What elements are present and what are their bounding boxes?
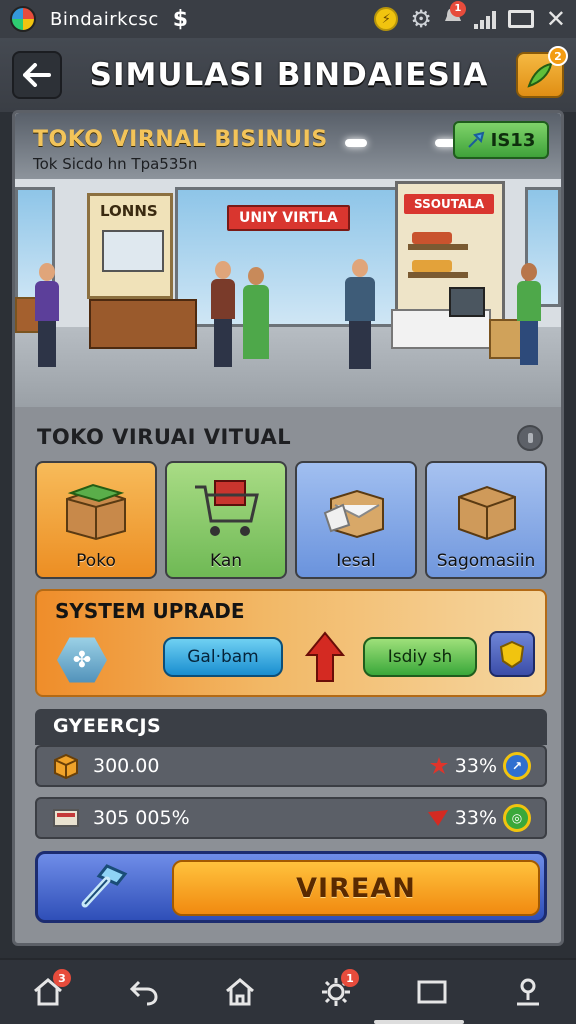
undo-icon (129, 980, 158, 1006)
feather-icon (527, 62, 553, 88)
notification-count: 1 (449, 0, 466, 17)
store-subtitle: Tok Sicdo hn Tpa535n (33, 155, 198, 173)
action-bar: VIREAN (35, 851, 547, 923)
card-label: Poko (76, 551, 116, 571)
store-badge-value: IS13 (490, 129, 536, 151)
upgrade-green-button[interactable]: Isdiy sh (363, 637, 477, 677)
stat-pct: 33% (454, 755, 497, 777)
store-title: TOKO VIRNAL BISINUIS (33, 127, 328, 152)
app-logo-icon (10, 6, 36, 32)
card-poko[interactable]: Poko (35, 461, 157, 579)
left-sign: LONNS (100, 202, 158, 220)
header: SIMULASI BINDAIESIA 2 (0, 38, 576, 112)
arrow-up-icon (305, 631, 345, 682)
package-icon (458, 485, 516, 541)
gear-icon[interactable]: ⚙ (410, 5, 432, 33)
cube-icon (51, 753, 81, 779)
nav-profile[interactable] (503, 967, 553, 1017)
stat-change: 33% ↗ (429, 752, 531, 780)
coin-icon[interactable]: ⚡ (374, 7, 399, 31)
card-label: Kan (209, 551, 243, 571)
tv-screen (102, 230, 164, 272)
person-4 (345, 259, 375, 369)
upgrade-blue-button[interactable]: Gal·bam (163, 637, 283, 677)
card-label: Iesal (336, 551, 376, 571)
box-icon (66, 483, 126, 541)
signal-icon (473, 9, 496, 29)
card-label: Sagomasiin (436, 551, 536, 571)
shield-badge-icon[interactable] (489, 631, 535, 677)
location-person-icon (517, 978, 539, 1006)
notification-icon[interactable]: 1 (444, 0, 466, 32)
window-icon[interactable] (507, 10, 534, 28)
feather-badge: 2 (548, 46, 568, 66)
card-kan[interactable]: Kan (165, 461, 287, 579)
square-icon (417, 980, 447, 1004)
cash-register-icon (449, 287, 485, 317)
money-stack-icon (51, 805, 81, 831)
card-sagomasiin[interactable]: Sagomasiin (425, 461, 547, 579)
house-icon (226, 978, 254, 1006)
right-sign: SSOUTALA (404, 194, 495, 214)
star-burst-icon (429, 757, 448, 774)
rocket-icon (467, 131, 485, 148)
left-display-board: LONNS (87, 193, 173, 299)
home-badge: 3 (53, 969, 71, 987)
close-icon[interactable]: ✕ (546, 5, 566, 33)
person-1 (35, 263, 59, 367)
upgrade-title: SYSTEM UPRADE (55, 599, 245, 623)
stat-row-1: 300.00 33% ↗ (35, 745, 547, 787)
category-cards: Poko Kan Iesal Sagomasiin (35, 461, 547, 579)
stat-pct: 33% (454, 807, 497, 829)
left-counter (89, 299, 197, 349)
stats-header: GYEERCJS (35, 709, 547, 745)
center-sign: UNIY VIRTLA (227, 205, 350, 231)
page-title: SIMULASI BINDAIESIA (89, 57, 489, 93)
main-panel: TOKO VIRNAL BISINUIS Tok Sicdo hn Tpa535… (12, 110, 564, 946)
target-icon[interactable]: ◎ (503, 804, 531, 832)
stat-row-2: 305 005% 33% ◎ (35, 797, 547, 839)
status-bar: Bindairkcsc $ ⚡ ⚙ 1 ✕ (0, 0, 576, 38)
nav-store[interactable] (215, 967, 265, 1017)
app-root: Bindairkcsc $ ⚡ ⚙ 1 ✕ SIMULASI BINDAIESI… (0, 0, 576, 1024)
back-button[interactable] (12, 51, 62, 99)
nav-home[interactable]: 3 (23, 967, 73, 1017)
arrow-left-icon (23, 63, 51, 87)
stat-value: 300.00 (93, 755, 160, 777)
person-5 (517, 263, 541, 365)
nav-square[interactable] (407, 967, 457, 1017)
nav-active-indicator (374, 1020, 464, 1024)
primary-action-button[interactable]: VIREAN (172, 860, 540, 916)
app-name: Bindairkcsc (50, 8, 159, 30)
store-scene: LONNS UNIY VIRTLA SSOUTALA (15, 179, 561, 407)
info-button[interactable] (517, 425, 543, 451)
card-iesal[interactable]: Iesal (295, 461, 417, 579)
stat-value: 305 005% (93, 807, 190, 829)
system-upgrade-panel: SYSTEM UPRADE ✤ Gal·bam Isdiy sh (35, 589, 547, 697)
bottom-nav: 3 1 (0, 958, 576, 1024)
open-box-icon (323, 489, 384, 539)
settings-badge: 1 (341, 969, 359, 987)
arrow-down-icon (427, 810, 448, 826)
section-label: TOKO VIRUAI VITUAL (37, 425, 292, 449)
status-icons: ⚡ ⚙ 1 ✕ (374, 0, 566, 33)
compass-icon[interactable]: ↗ (503, 752, 531, 780)
nav-back[interactable] (119, 967, 169, 1017)
cog-hex-icon[interactable]: ✤ (57, 637, 107, 683)
currency-symbol: $ (172, 6, 189, 32)
person-2 (211, 261, 235, 367)
feather-button[interactable]: 2 (516, 46, 568, 98)
hammer-icon[interactable] (38, 854, 170, 920)
shopping-cart-icon (195, 480, 259, 536)
store-banner: TOKO VIRNAL BISINUIS Tok Sicdo hn Tpa535… (15, 113, 561, 407)
nav-settings[interactable]: 1 (311, 967, 361, 1017)
stat-change: 33% ◎ (427, 804, 531, 832)
store-badge[interactable]: IS13 (453, 121, 549, 159)
person-3 (243, 267, 269, 359)
